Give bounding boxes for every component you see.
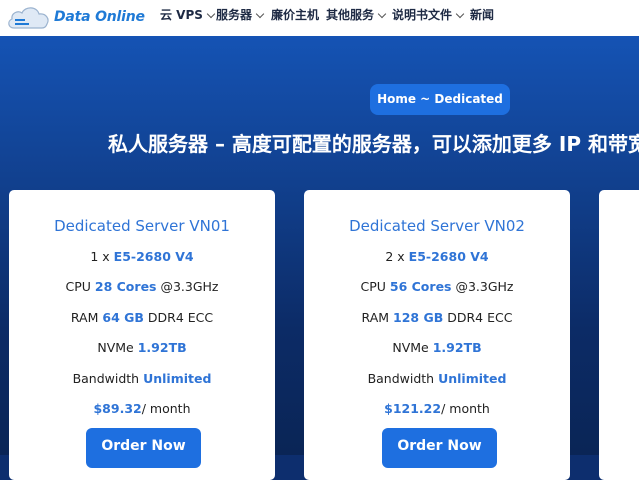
spec-extra: DDR4 ECC: [447, 310, 513, 325]
spec-value: 28 Cores: [94, 279, 157, 294]
spec-label: 1 x: [90, 249, 110, 264]
spec-cores: CPU 56 Cores @3.3GHz: [304, 279, 570, 294]
spec-label: NVMe: [392, 340, 429, 355]
nav-label: 新闻: [470, 8, 495, 22]
spec-cpu-count: 1 x E5-2680 V4: [9, 249, 275, 264]
spec-ram: RAM 128 GB DDR4 ECC: [304, 310, 570, 325]
site-header: Data Online 云 VPS 服务器 廉价主机 其他服务 说明书文件 新闻: [0, 0, 639, 36]
spec-value: E5-2680 V4: [113, 249, 194, 264]
spec-value: 56 Cores: [389, 279, 452, 294]
cloud-logo-icon: [8, 7, 49, 29]
chevron-down-icon: [206, 9, 216, 19]
pricing-card-vn02: Dedicated Server VN02 2 x E5-2680 V4 CPU…: [304, 190, 570, 480]
spec-value: 64 GB: [102, 310, 144, 325]
order-now-button[interactable]: Order Now: [86, 428, 201, 468]
price-value: $121.22: [384, 401, 442, 416]
nav-cloud-vps[interactable]: 云 VPS: [160, 0, 216, 36]
spec-extra: @3.3GHz: [160, 279, 219, 294]
chevron-down-icon: [455, 9, 465, 19]
spec-nvme: NVMe 1.92TB: [9, 340, 275, 355]
nav-label: 廉价主机: [271, 8, 320, 22]
spec-value: 1.92TB: [432, 340, 482, 355]
spec-label: Bandwidth: [72, 371, 140, 386]
spec-value: 1.92TB: [137, 340, 187, 355]
pricing-card-vn01: Dedicated Server VN01 1 x E5-2680 V4 CPU…: [9, 190, 275, 480]
spec-label: RAM: [361, 310, 390, 325]
breadcrumb[interactable]: Home ~ Dedicated: [370, 84, 510, 115]
spec-extra: DDR4 ECC: [147, 310, 214, 325]
nav-cheap-hosting[interactable]: 廉价主机: [271, 0, 319, 36]
card-title: Dedicated Server VN01: [54, 217, 230, 235]
nav-other-services[interactable]: 其他服务: [326, 0, 387, 36]
spec-value: Unlimited: [438, 371, 507, 386]
page-title: 私人服务器 – 高度可配置的服务器，可以添加更多 IP 和带宽: [108, 132, 639, 156]
nav-docs[interactable]: 说明书文件: [392, 0, 465, 36]
spec-cpu-count: 2 x E5-2680 V4: [304, 249, 570, 264]
spec-ram: RAM 64 GB DDR4 ECC: [9, 310, 275, 325]
nav-servers[interactable]: 服务器: [216, 0, 265, 36]
pricing-card-partial: [599, 190, 639, 480]
price-period: / month: [141, 401, 191, 416]
spec-label: CPU: [360, 279, 386, 294]
nav-label: 服务器: [216, 8, 253, 22]
spec-label: 2 x: [385, 249, 405, 264]
nav-label: 其他服务: [326, 8, 375, 22]
order-now-button[interactable]: Order Now: [382, 428, 497, 468]
chevron-down-icon: [377, 9, 387, 19]
price: $121.22/ month: [304, 401, 570, 416]
spec-nvme: NVMe 1.92TB: [304, 340, 570, 355]
logo-text: Data Online: [54, 9, 145, 25]
spec-bandwidth: Bandwidth Unlimited: [304, 371, 570, 386]
spec-label: Bandwidth: [367, 371, 435, 386]
spec-value: 128 GB: [393, 310, 444, 325]
price: $89.32/ month: [9, 401, 275, 416]
spec-cores: CPU 28 Cores @3.3GHz: [9, 279, 275, 294]
spec-label: CPU: [65, 279, 91, 294]
spec-label: RAM: [70, 310, 99, 325]
chevron-down-icon: [255, 9, 265, 19]
spec-label: NVMe: [97, 340, 134, 355]
price-value: $89.32: [93, 401, 142, 416]
card-title: Dedicated Server VN02: [349, 217, 525, 235]
nav-label: 云 VPS: [160, 8, 203, 22]
spec-extra: @3.3GHz: [455, 279, 514, 294]
nav-label: 说明书文件: [392, 8, 453, 22]
spec-value: E5-2680 V4: [408, 249, 489, 264]
spec-bandwidth: Bandwidth Unlimited: [9, 371, 275, 386]
nav-news[interactable]: 新闻: [470, 0, 494, 36]
site-logo[interactable]: Data Online: [6, 4, 154, 32]
spec-value: Unlimited: [143, 371, 212, 386]
price-period: / month: [441, 401, 490, 416]
